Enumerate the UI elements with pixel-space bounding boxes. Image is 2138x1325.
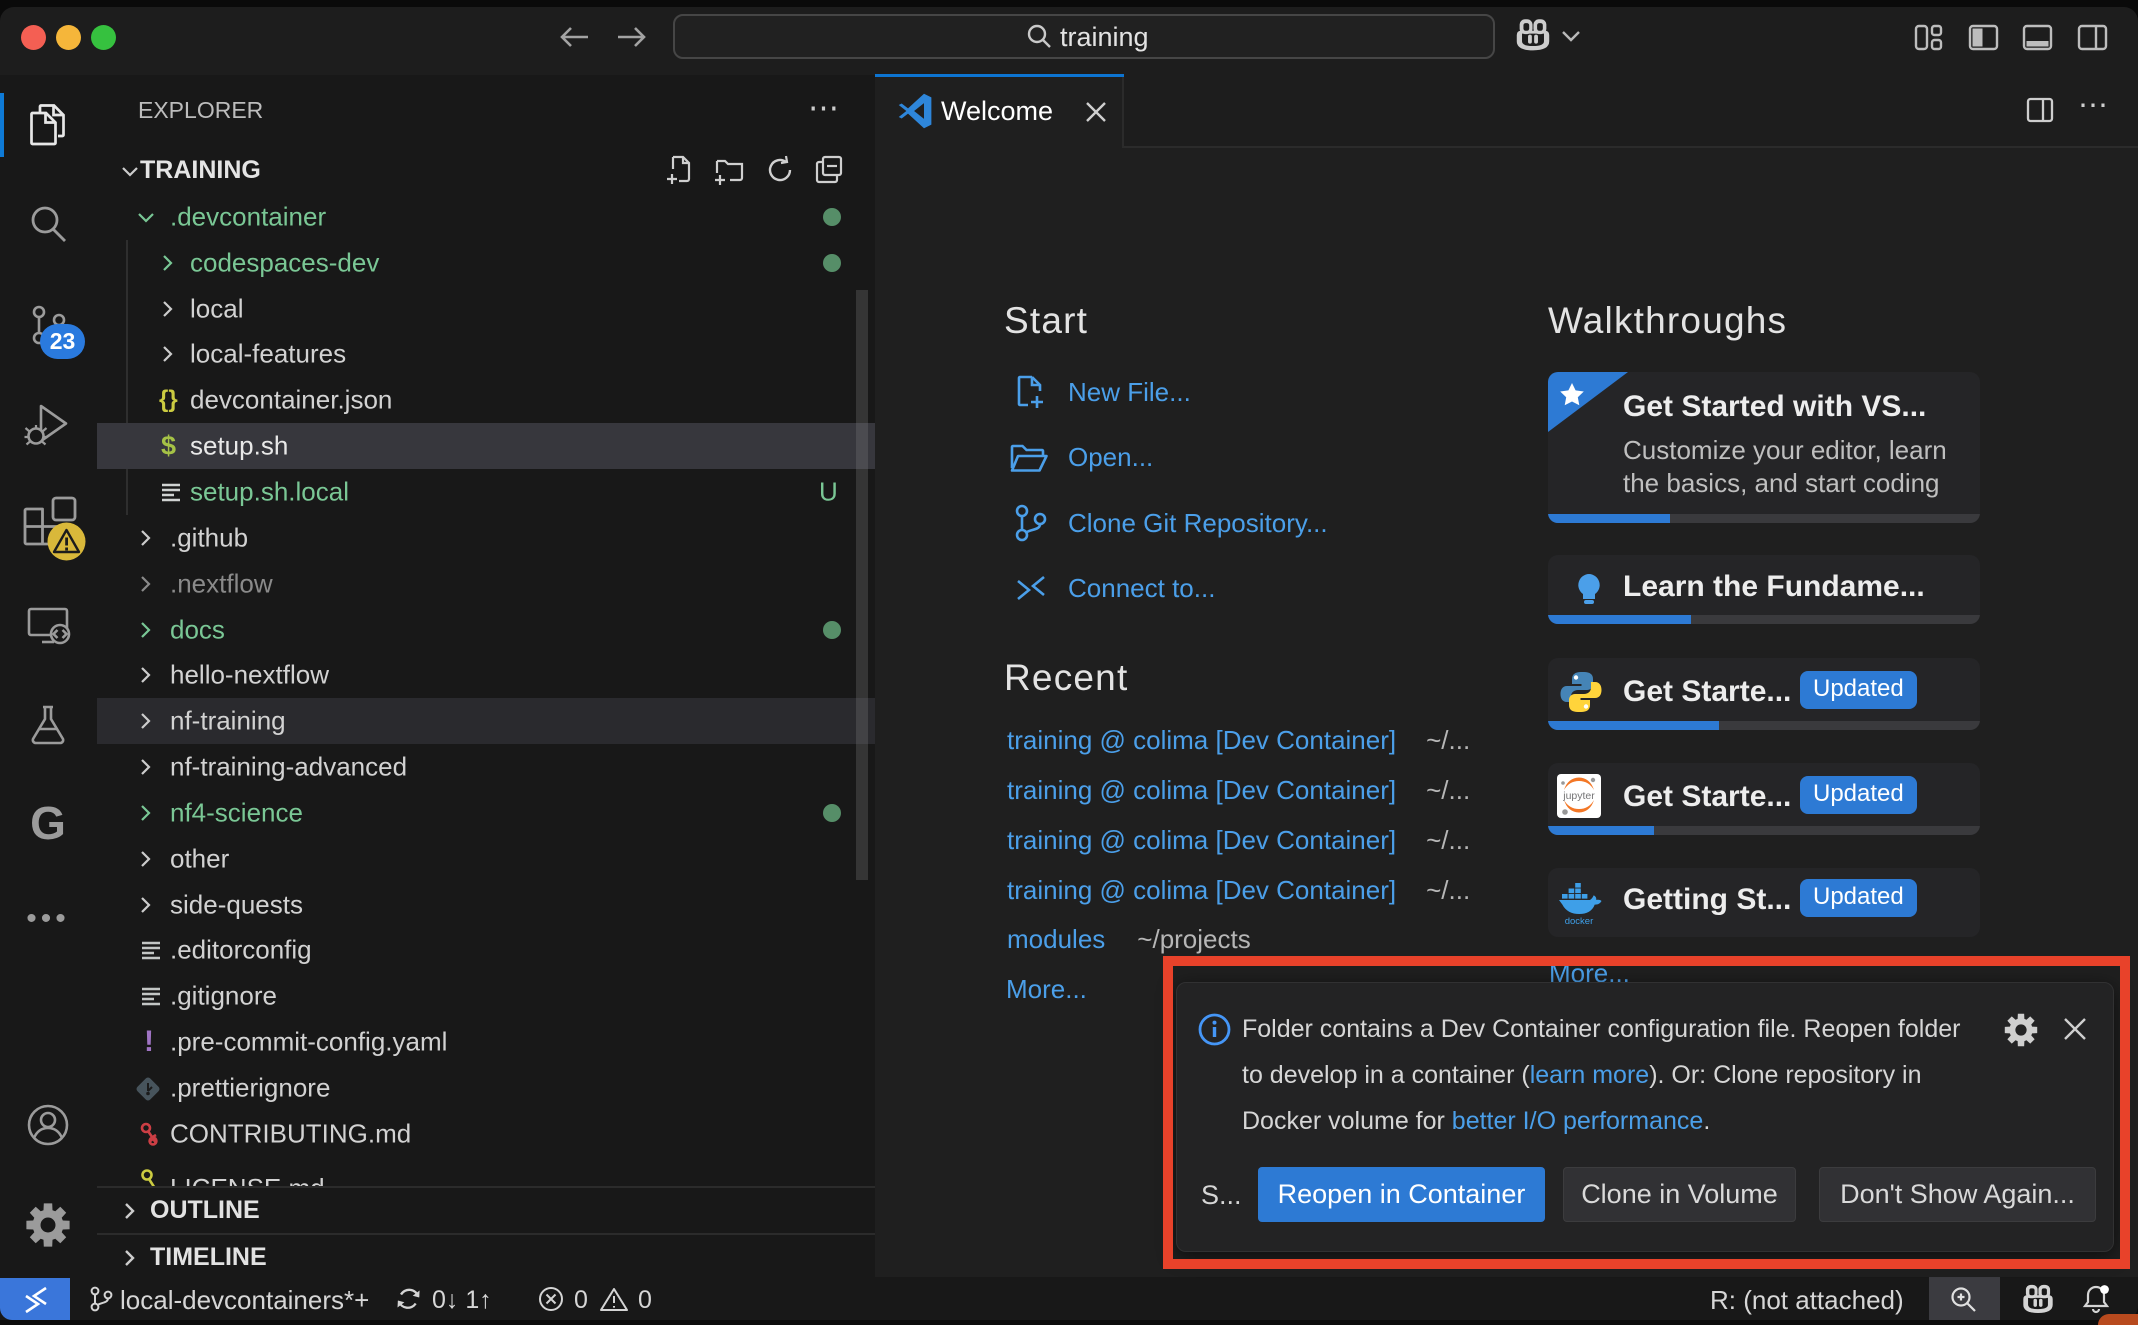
svg-text:docker: docker xyxy=(1565,916,1594,925)
svg-text:jupyter: jupyter xyxy=(1562,790,1595,802)
